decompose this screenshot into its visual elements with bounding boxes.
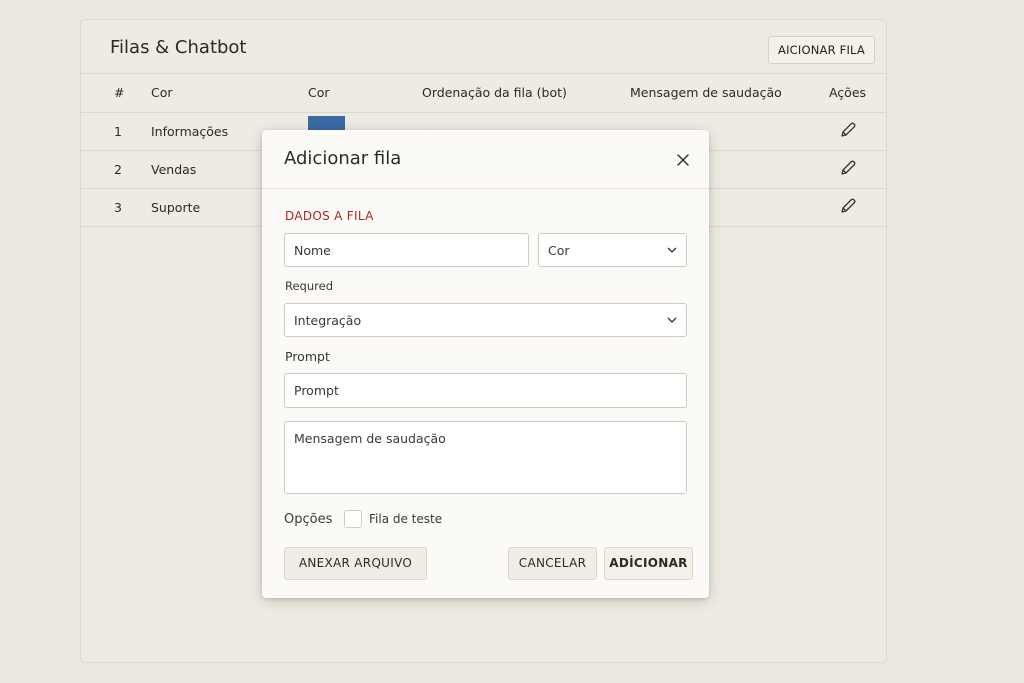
modal-overlay: Adicionar fila DADOS A FILA Cor Requred …	[0, 0, 1024, 683]
options-label: Opções	[284, 512, 333, 527]
color-select[interactable]: Cor	[538, 233, 687, 267]
greeting-field[interactable]	[284, 421, 687, 494]
integration-select[interactable]: Integração	[284, 303, 687, 337]
prompt-field[interactable]	[284, 373, 687, 408]
dialog-header: Adicionar fila	[262, 130, 709, 189]
required-label: Requred	[285, 279, 333, 293]
name-input[interactable]	[294, 242, 519, 258]
prompt-input[interactable]	[294, 383, 677, 398]
greeting-textarea[interactable]	[294, 422, 677, 493]
chevron-down-icon	[667, 247, 677, 253]
close-icon[interactable]	[675, 152, 691, 168]
add-button[interactable]: ADİCIONAR	[604, 547, 693, 580]
test-queue-checkbox[interactable]	[344, 510, 362, 528]
color-select-value: Cor	[548, 242, 570, 258]
integration-select-value: Integração	[294, 312, 362, 328]
dialog-title: Adicionar fila	[284, 148, 402, 169]
chevron-down-icon	[667, 317, 677, 323]
cancel-button[interactable]: CANCELAR	[508, 547, 597, 580]
test-queue-label: Fila de teste	[369, 512, 443, 526]
name-field[interactable]	[284, 233, 529, 267]
attach-file-button[interactable]: ANEXAR ARQUIVO	[284, 547, 427, 580]
add-queue-dialog: Adicionar fila DADOS A FILA Cor Requred …	[262, 130, 709, 598]
prompt-label: Prompt	[285, 349, 330, 364]
section-label: DADOS A FILA	[285, 209, 374, 223]
